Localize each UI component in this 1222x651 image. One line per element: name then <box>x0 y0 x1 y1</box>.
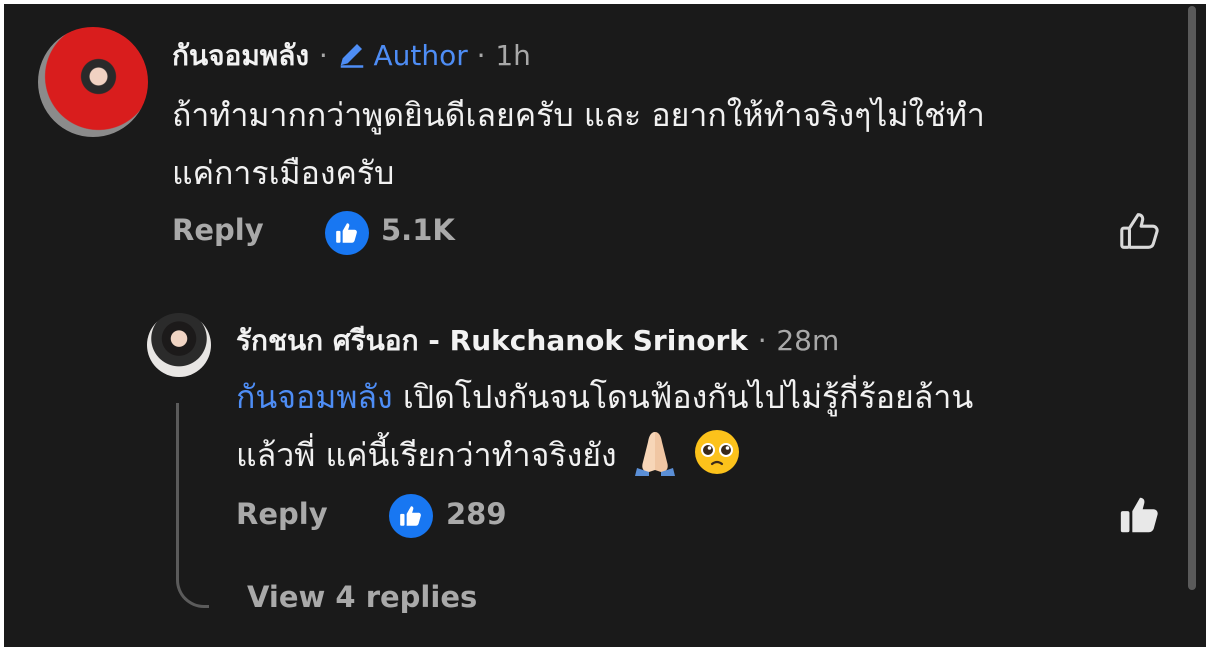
avatar[interactable] <box>38 27 148 137</box>
reply-text-segment: แล้วพี่ แค่นี้เรียกว่าทำจริงยัง <box>236 436 617 474</box>
comment-header: กันจอมพลัง · Author · 1h <box>172 34 531 78</box>
like-reaction-badge[interactable] <box>325 211 369 255</box>
mention-link[interactable]: กันจอมพลัง <box>236 378 393 416</box>
thumbs-up-outline-icon[interactable] <box>1117 208 1163 254</box>
reply-header: รักชนก ศรีนอก - Rukchanok Srinork · 28m <box>236 319 839 363</box>
timestamp: 1h <box>495 39 531 72</box>
scrollbar[interactable] <box>1188 6 1196 590</box>
reply-text-line: กันจอมพลัง เปิดโปงกันจนโดนฟ้องกันไปไม่รู… <box>236 368 973 426</box>
thumbs-up-filled-icon[interactable] <box>1117 492 1163 538</box>
like-count[interactable]: 289 <box>446 497 507 531</box>
thumbs-up-icon <box>336 223 357 243</box>
comment-text-line: ถ้าทำมากกว่าพูดยินดีเลยครับ และ อยากให้ท… <box>172 96 985 134</box>
separator: · <box>476 39 486 72</box>
author-name[interactable]: กันจอมพลัง <box>172 39 309 72</box>
comment-text: ถ้าทำมากกว่าพูดยินดีเลยครับ และ อยากให้ท… <box>172 86 985 202</box>
like-reaction-badge[interactable] <box>389 494 433 538</box>
author-badge-label: Author <box>373 39 468 72</box>
separator: · <box>318 39 328 72</box>
timestamp: 28m <box>776 324 840 357</box>
thread-connector-line <box>176 403 209 608</box>
reply-text-segment: เปิดโปงกันจนโดนฟ้องกันไปไม่รู้กี่ร้อยล้า… <box>402 378 974 416</box>
view-replies-link[interactable]: View 4 replies <box>247 580 477 614</box>
separator: · <box>757 324 767 357</box>
pencil-icon <box>341 44 364 68</box>
author-badge: Author <box>337 39 476 72</box>
reply-button[interactable]: Reply <box>172 213 264 247</box>
thumbs-up-icon <box>400 506 421 526</box>
comment-text-line: แค่การเมืองครับ <box>172 154 395 192</box>
reply-text: กันจอมพลัง เปิดโปงกันจนโดนฟ้องกันไปไม่รู… <box>236 368 973 484</box>
avatar[interactable] <box>147 313 211 377</box>
folded-hands-emoji <box>634 432 675 476</box>
pleading-face-emoji <box>694 430 739 474</box>
like-count[interactable]: 5.1K <box>381 213 455 247</box>
reply-text-line: แล้วพี่ แค่นี้เรียกว่าทำจริงยัง <box>236 426 973 484</box>
author-name[interactable]: รักชนก ศรีนอก - Rukchanok Srinork <box>236 324 748 357</box>
reply-button[interactable]: Reply <box>236 497 328 531</box>
